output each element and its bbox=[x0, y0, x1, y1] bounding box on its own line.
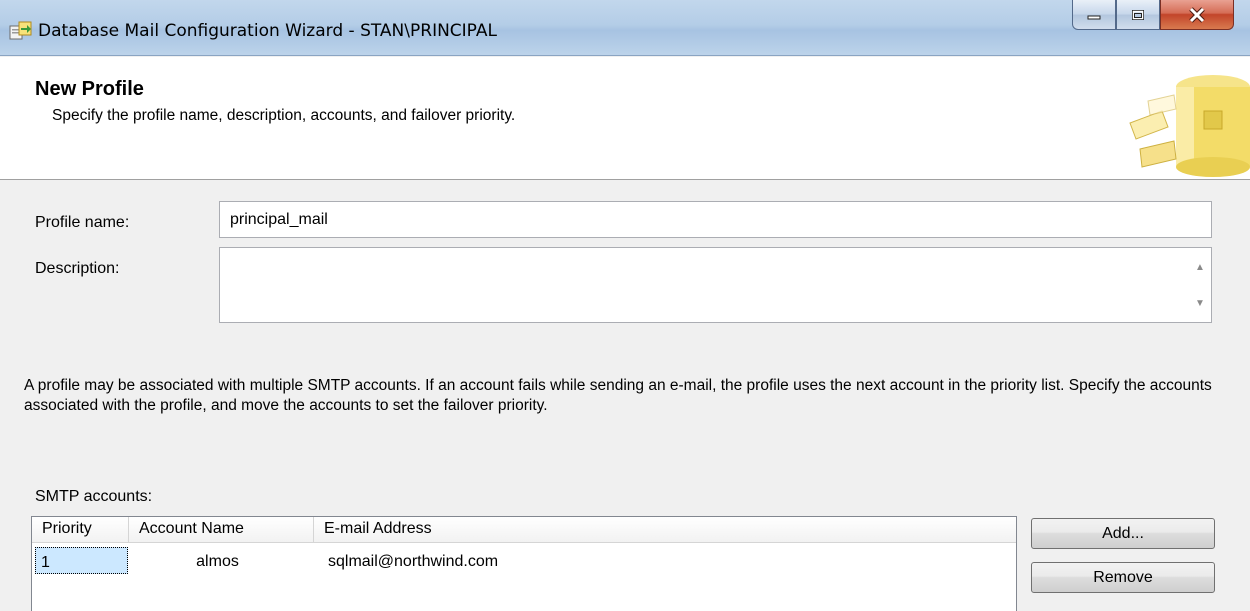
title-bar[interactable]: Database Mail Configuration Wizard - STA… bbox=[0, 0, 1250, 56]
remove-button[interactable]: Remove bbox=[1031, 562, 1215, 593]
info-text: A profile may be associated with multipl… bbox=[24, 377, 1212, 414]
maximize-icon bbox=[1132, 9, 1144, 20]
page-subtitle: Specify the profile name, description, a… bbox=[52, 107, 516, 124]
close-button[interactable] bbox=[1160, 0, 1234, 30]
column-header-email-address[interactable]: E-mail Address bbox=[314, 517, 1016, 543]
priority-value: 1 bbox=[35, 547, 128, 574]
minimize-button[interactable] bbox=[1072, 0, 1116, 30]
wizard-header: New Profile Specify the profile name, de… bbox=[0, 57, 1250, 180]
description-scrollbar[interactable]: ▲ ▼ bbox=[1189, 248, 1211, 322]
window-controls bbox=[1072, 0, 1234, 30]
add-button[interactable]: Add... bbox=[1031, 518, 1215, 549]
maximize-button[interactable] bbox=[1116, 0, 1160, 30]
page-title: New Profile bbox=[35, 78, 144, 100]
grid-header: Priority Account Name E-mail Address bbox=[32, 517, 1016, 543]
smtp-accounts-grid[interactable]: Priority Account Name E-mail Address 1 a… bbox=[31, 516, 1017, 611]
database-mail-icon bbox=[1128, 71, 1250, 184]
priority-cell[interactable]: 1 bbox=[32, 544, 129, 578]
description-input[interactable] bbox=[220, 248, 1180, 322]
window-title: Database Mail Configuration Wizard - STA… bbox=[38, 21, 497, 41]
scroll-down-icon[interactable]: ▼ bbox=[1189, 294, 1211, 312]
table-row[interactable]: 1 almos sqlmail@northwind.com bbox=[32, 544, 1016, 578]
smtp-accounts-label: SMTP accounts: bbox=[35, 488, 153, 505]
scroll-up-icon[interactable]: ▲ bbox=[1189, 258, 1211, 276]
wizard-icon bbox=[9, 20, 33, 40]
column-header-account-name[interactable]: Account Name bbox=[129, 517, 314, 543]
minimize-icon bbox=[1087, 15, 1101, 19]
description-field[interactable]: ▲ ▼ bbox=[219, 247, 1212, 323]
account-name-cell[interactable]: almos bbox=[129, 544, 314, 578]
email-address-cell[interactable]: sqlmail@northwind.com bbox=[314, 544, 1014, 578]
close-icon bbox=[1189, 6, 1205, 23]
profile-name-input[interactable] bbox=[219, 201, 1212, 238]
column-header-priority[interactable]: Priority bbox=[32, 517, 129, 543]
profile-name-label: Profile name: bbox=[35, 214, 130, 231]
description-label: Description: bbox=[35, 260, 120, 277]
